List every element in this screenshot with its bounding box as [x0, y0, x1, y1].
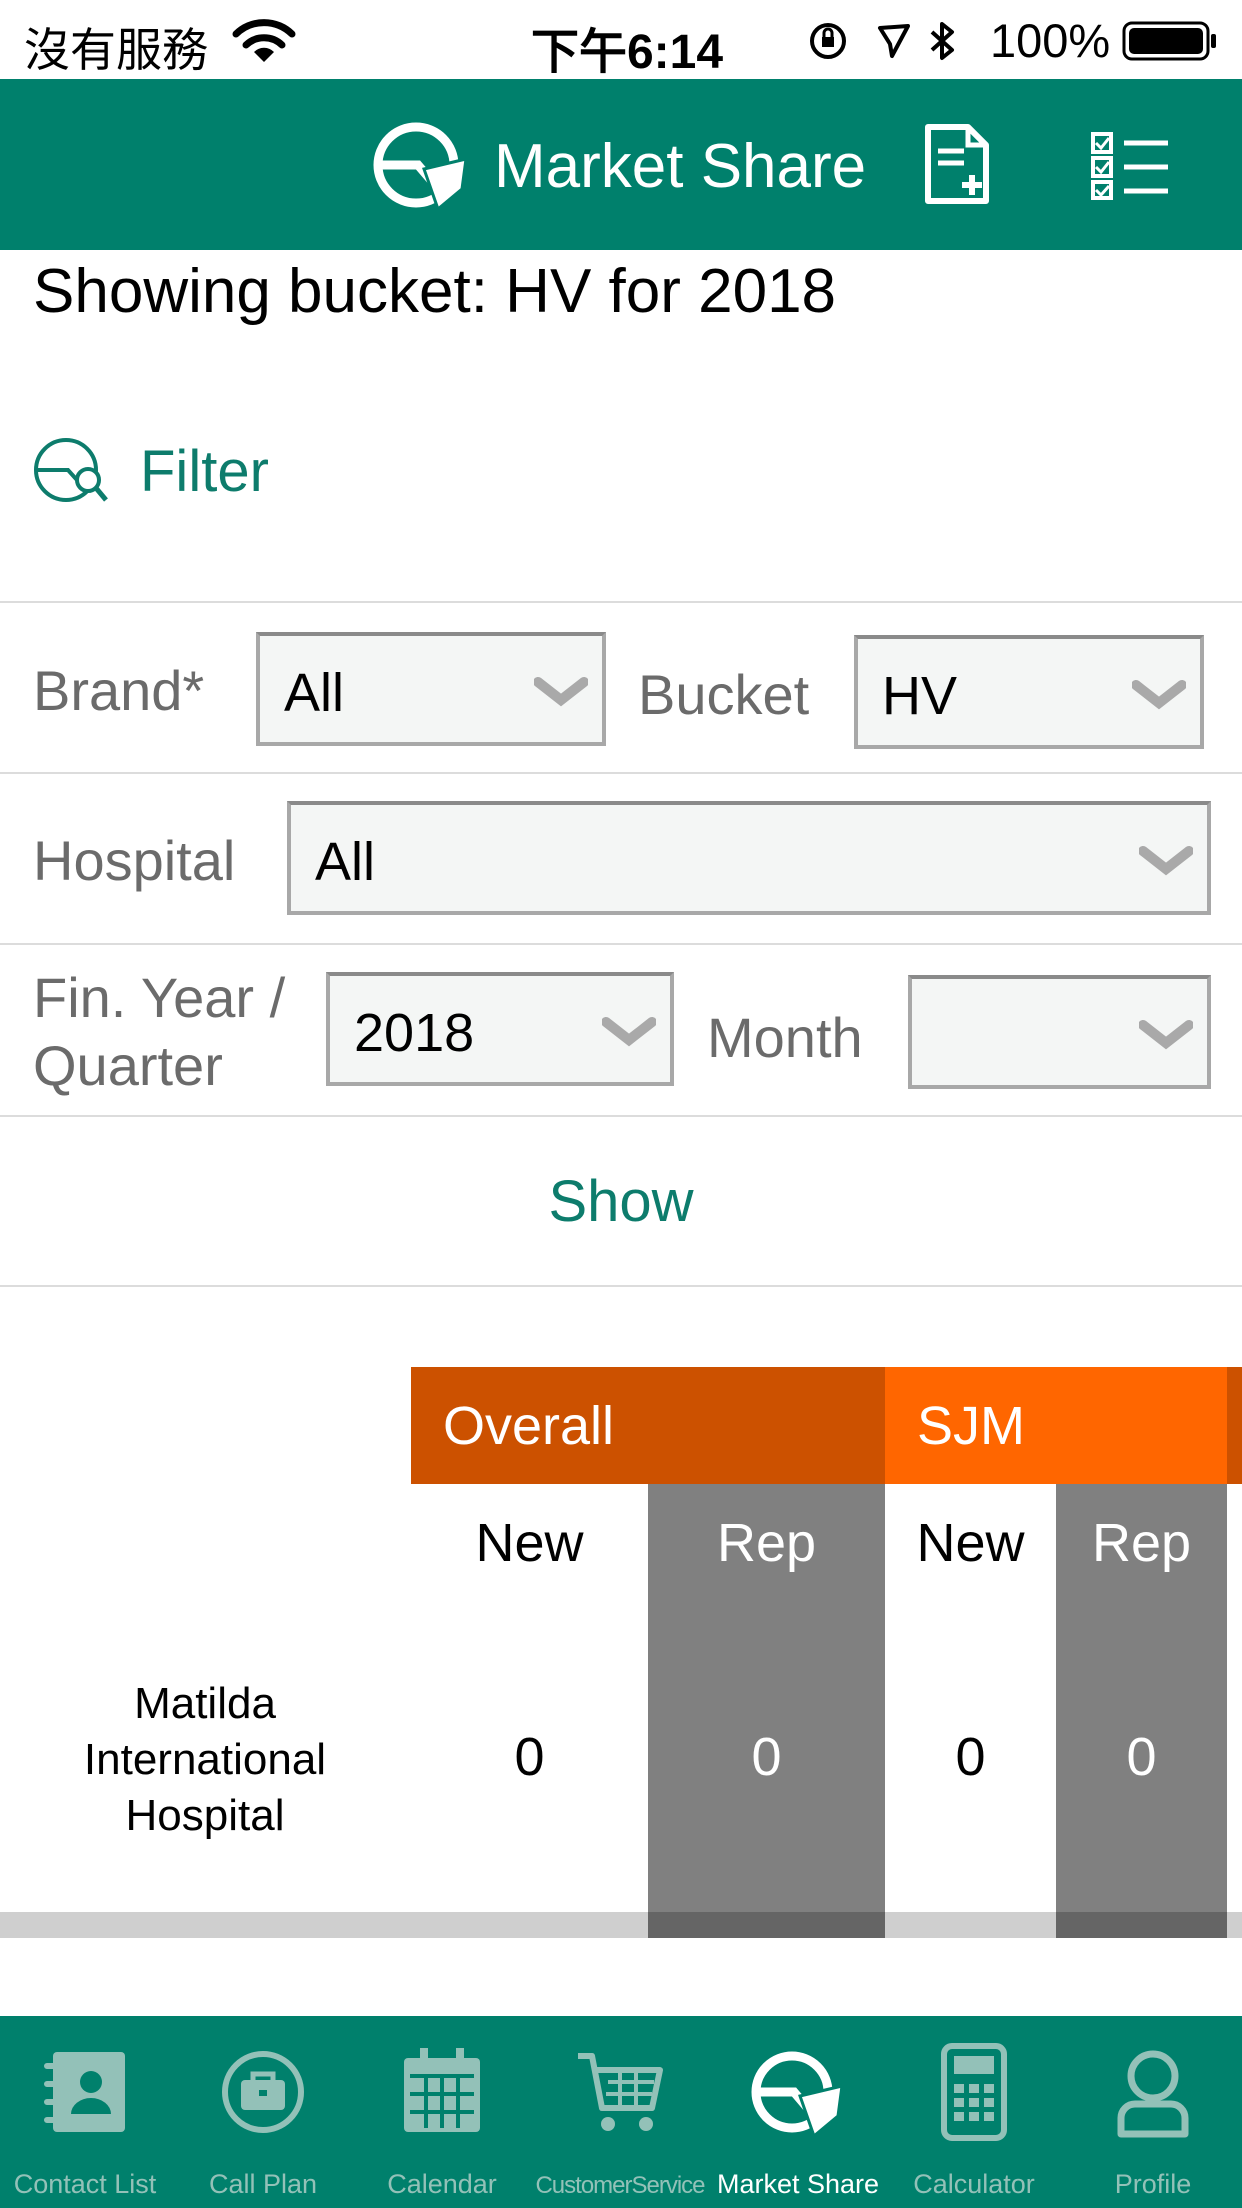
calculator-icon [941, 2043, 1007, 2141]
contact-book-icon [44, 2052, 125, 2132]
brand-label: Brand* [33, 659, 205, 722]
tab-label: Calendar [387, 2169, 497, 2199]
bucket-select-value: HV [882, 666, 958, 726]
hospital-select[interactable]: All [287, 801, 1211, 915]
fin-year-select[interactable]: 2018 [326, 972, 674, 1086]
checklist-icon[interactable] [1090, 131, 1170, 201]
tab-contact-list[interactable]: Contact List [0, 2016, 170, 2208]
filter-icon [34, 438, 108, 502]
tab-label: Profile [1114, 2169, 1192, 2199]
filter-label: Filter [140, 439, 269, 504]
divider [0, 1285, 1242, 1287]
chevron-down-icon [1139, 846, 1193, 876]
chevron-down-icon [1132, 680, 1186, 710]
divider [0, 1115, 1242, 1117]
tab-label: CustomerService [535, 2172, 705, 2199]
column-header-overall-rep: Rep [716, 1513, 817, 1573]
cart-icon [578, 2053, 663, 2131]
pie-chart-icon [751, 2051, 844, 2139]
battery-percent: 100% [990, 14, 1111, 67]
table-row-label: Matilda International Hospital [40, 1676, 370, 1844]
app-header: Market Share [0, 79, 1242, 250]
table-cell-sjm-rep: 0 [1126, 1727, 1157, 1787]
table-cell-overall-rep: 0 [751, 1727, 782, 1787]
column-header-sjm-new: New [916, 1513, 1025, 1573]
tab-customer-service[interactable]: CustomerService [528, 2016, 712, 2208]
hospital-name-line: Hospital [125, 1791, 285, 1840]
table-cell-overall-new: 0 [514, 1727, 545, 1787]
tab-bar: Contact List Call Plan Calendar Customer… [0, 2016, 1242, 2208]
status-bar: 沒有服務 下午6:14 100% [0, 0, 1242, 79]
divider [0, 772, 1242, 774]
scrollbar-shade [648, 1912, 885, 1938]
bucket-select[interactable]: HV [854, 635, 1204, 749]
chevron-down-icon [534, 677, 588, 707]
pie-chart-logo-icon [373, 122, 468, 211]
month-select[interactable] [908, 975, 1211, 1089]
chevron-down-icon [602, 1017, 656, 1047]
chevron-down-icon [1139, 1020, 1193, 1050]
calendar-icon [404, 2048, 480, 2132]
location-arrow-icon [878, 24, 910, 58]
tab-label: Calculator [913, 2169, 1035, 2199]
brand-select[interactable]: All [256, 632, 606, 746]
briefcase-icon [222, 2051, 304, 2133]
orientation-lock-icon [810, 23, 846, 59]
tab-calculator[interactable]: Calculator [884, 2016, 1064, 2208]
add-document-icon[interactable] [924, 123, 990, 205]
hospital-name-line: Matilda [134, 1679, 276, 1728]
tab-calendar[interactable]: Calendar [356, 2016, 528, 2208]
battery-icon [1122, 21, 1216, 61]
fin-year-label-line1: Fin. Year / [33, 966, 286, 1029]
bucket-label: Bucket [638, 663, 810, 726]
brand-select-value: All [284, 663, 345, 723]
tab-call-plan[interactable]: Call Plan [170, 2016, 356, 2208]
group-label-overall: Overall [443, 1396, 615, 1456]
header-title: Market Share [494, 132, 867, 201]
tab-profile[interactable]: Profile [1064, 2016, 1242, 2208]
tab-label: Contact List [13, 2169, 157, 2199]
fin-year-label-line2: Quarter [33, 1034, 223, 1097]
column-header-overall-new: New [475, 1513, 584, 1573]
fin-year-select-value: 2018 [354, 1003, 475, 1063]
tab-label: Market Share [716, 2169, 880, 2199]
table-group-header-overall: Overall [411, 1367, 885, 1484]
scrollbar-shade [1056, 1912, 1227, 1938]
page-heading: Showing bucket: HV for 2018 [33, 257, 837, 326]
hospital-name-line: International [83, 1735, 327, 1784]
group-label-sjm: SJM [917, 1396, 1025, 1456]
divider [0, 943, 1242, 945]
month-label: Month [707, 1006, 863, 1069]
tab-label: Call Plan [208, 2169, 318, 2199]
status-icons [810, 22, 954, 60]
hospital-select-value: All [315, 832, 376, 892]
bluetooth-icon [930, 22, 954, 60]
table-group-header-sjm: SJM [885, 1367, 1227, 1484]
hospital-label: Hospital [33, 829, 236, 892]
show-button[interactable]: Show [0, 1118, 1242, 1286]
column-header-sjm-rep: Rep [1091, 1513, 1192, 1573]
table-group-header-next [1227, 1367, 1242, 1484]
tab-market-share[interactable]: Market Share [712, 2016, 884, 2208]
profile-icon [1117, 2050, 1189, 2138]
table-cell-sjm-new: 0 [955, 1727, 986, 1787]
divider [0, 601, 1242, 603]
